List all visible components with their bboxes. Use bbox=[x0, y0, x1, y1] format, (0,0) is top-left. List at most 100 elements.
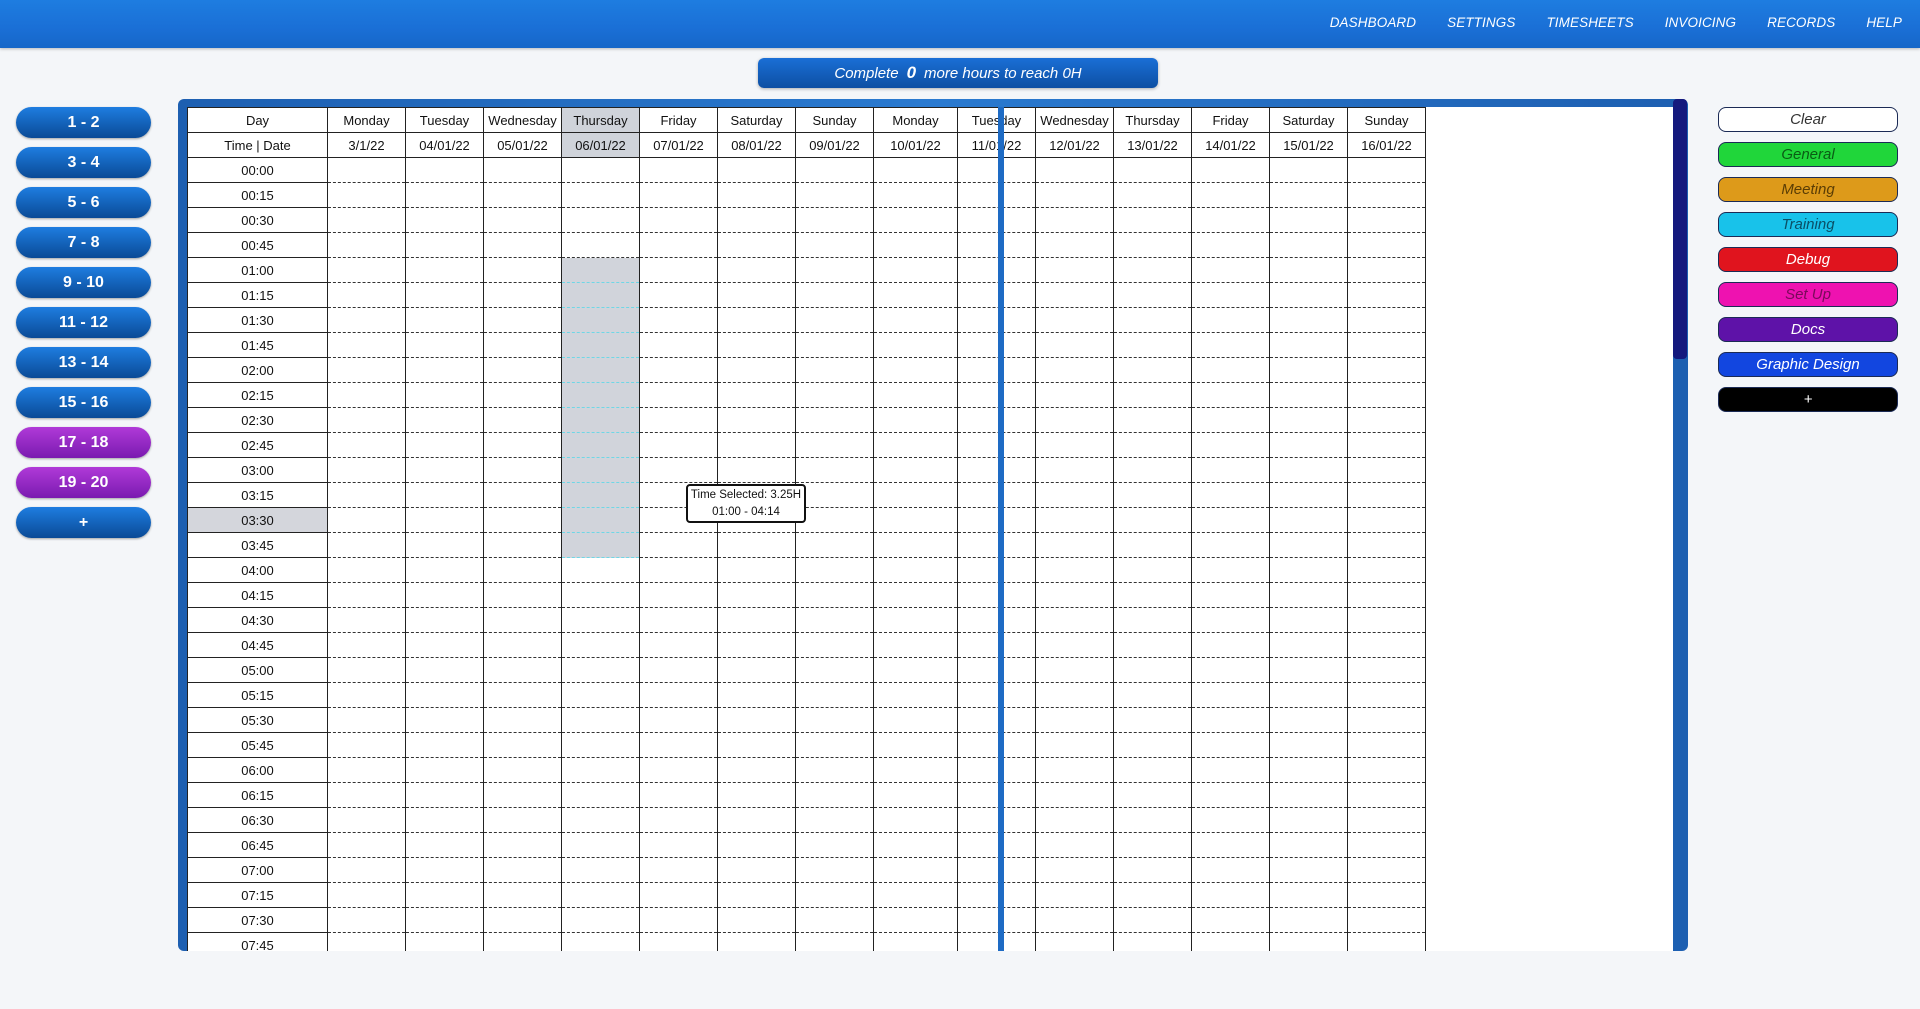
time-slot-cell[interactable] bbox=[1113, 557, 1192, 583]
time-slot-cell[interactable] bbox=[405, 782, 484, 808]
time-slot-cell[interactable] bbox=[795, 807, 874, 833]
nav-dashboard[interactable]: DASHBOARD bbox=[1330, 15, 1416, 30]
time-slot-cell[interactable] bbox=[1191, 432, 1270, 458]
time-slot-cell[interactable] bbox=[1269, 907, 1348, 933]
time-slot-cell[interactable] bbox=[483, 757, 562, 783]
time-slot-cell[interactable] bbox=[1347, 932, 1426, 951]
week-range-button[interactable]: 1 - 2 bbox=[16, 107, 151, 138]
time-slot-cell[interactable] bbox=[1191, 882, 1270, 908]
time-slot-cell[interactable] bbox=[561, 482, 640, 508]
week-range-button[interactable]: 3 - 4 bbox=[16, 147, 151, 178]
time-slot-cell[interactable] bbox=[717, 657, 796, 683]
time-slot-cell[interactable] bbox=[1035, 582, 1114, 608]
time-slot-cell[interactable] bbox=[483, 407, 562, 433]
time-slot-cell[interactable] bbox=[957, 482, 1036, 508]
time-slot-cell[interactable] bbox=[327, 582, 406, 608]
time-slot-cell[interactable] bbox=[1347, 607, 1426, 633]
time-slot-cell[interactable] bbox=[873, 632, 958, 658]
nav-settings[interactable]: SETTINGS bbox=[1447, 15, 1515, 30]
time-slot-cell[interactable] bbox=[405, 507, 484, 533]
time-slot-cell[interactable] bbox=[1269, 332, 1348, 358]
time-slot-cell[interactable] bbox=[327, 157, 406, 183]
time-slot-cell[interactable] bbox=[717, 182, 796, 208]
time-slot-cell[interactable] bbox=[1191, 907, 1270, 933]
time-slot-cell[interactable] bbox=[327, 307, 406, 333]
time-slot-cell[interactable] bbox=[957, 357, 1036, 383]
time-slot-cell[interactable] bbox=[1269, 607, 1348, 633]
time-slot-cell[interactable] bbox=[327, 282, 406, 308]
time-slot-cell[interactable] bbox=[795, 782, 874, 808]
time-slot-cell[interactable] bbox=[1269, 457, 1348, 483]
time-slot-cell[interactable] bbox=[957, 657, 1036, 683]
time-slot-cell[interactable] bbox=[1191, 657, 1270, 683]
time-slot-cell[interactable] bbox=[639, 907, 718, 933]
time-slot-cell[interactable] bbox=[1347, 882, 1426, 908]
time-slot-cell[interactable] bbox=[873, 182, 958, 208]
week-range-button[interactable]: 5 - 6 bbox=[16, 187, 151, 218]
time-slot-cell[interactable] bbox=[405, 357, 484, 383]
time-slot-cell[interactable] bbox=[561, 782, 640, 808]
time-slot-cell[interactable] bbox=[483, 807, 562, 833]
category-set-up-button[interactable]: Set Up bbox=[1718, 282, 1898, 307]
time-slot-cell[interactable] bbox=[1269, 282, 1348, 308]
time-slot-cell[interactable] bbox=[483, 907, 562, 933]
time-slot-cell[interactable] bbox=[405, 607, 484, 633]
time-slot-cell[interactable] bbox=[957, 707, 1036, 733]
time-slot-cell[interactable] bbox=[405, 457, 484, 483]
time-slot-cell[interactable] bbox=[639, 732, 718, 758]
time-slot-cell[interactable] bbox=[1191, 557, 1270, 583]
time-slot-cell[interactable] bbox=[639, 657, 718, 683]
time-slot-cell[interactable] bbox=[561, 357, 640, 383]
time-slot-cell[interactable] bbox=[1191, 357, 1270, 383]
time-slot-cell[interactable] bbox=[327, 557, 406, 583]
time-slot-cell[interactable] bbox=[957, 532, 1036, 558]
time-slot-cell[interactable] bbox=[717, 932, 796, 951]
time-slot-cell[interactable] bbox=[1191, 732, 1270, 758]
add-week-range-button[interactable]: + bbox=[16, 507, 151, 538]
time-slot-cell[interactable] bbox=[1035, 307, 1114, 333]
time-slot-cell[interactable] bbox=[483, 632, 562, 658]
time-slot-cell[interactable] bbox=[1269, 557, 1348, 583]
time-slot-cell[interactable] bbox=[561, 532, 640, 558]
time-slot-cell[interactable] bbox=[561, 732, 640, 758]
time-slot-cell[interactable] bbox=[483, 207, 562, 233]
time-slot-cell[interactable] bbox=[1269, 207, 1348, 233]
time-slot-cell[interactable] bbox=[717, 432, 796, 458]
time-slot-cell[interactable] bbox=[957, 857, 1036, 883]
time-slot-cell[interactable] bbox=[873, 907, 958, 933]
time-slot-cell[interactable] bbox=[1269, 357, 1348, 383]
time-slot-cell[interactable] bbox=[957, 882, 1036, 908]
time-slot-cell[interactable] bbox=[1113, 257, 1192, 283]
time-slot-cell[interactable] bbox=[1191, 382, 1270, 408]
time-slot-cell[interactable] bbox=[1113, 757, 1192, 783]
time-slot-cell[interactable] bbox=[717, 357, 796, 383]
time-slot-cell[interactable] bbox=[1113, 282, 1192, 308]
time-slot-cell[interactable] bbox=[483, 557, 562, 583]
time-slot-cell[interactable] bbox=[1035, 757, 1114, 783]
time-slot-cell[interactable] bbox=[327, 682, 406, 708]
time-slot-cell[interactable] bbox=[561, 232, 640, 258]
time-slot-cell[interactable] bbox=[873, 357, 958, 383]
week-range-button[interactable]: 11 - 12 bbox=[16, 307, 151, 338]
time-slot-cell[interactable] bbox=[1269, 732, 1348, 758]
time-slot-cell[interactable] bbox=[483, 257, 562, 283]
time-slot-cell[interactable] bbox=[1035, 432, 1114, 458]
time-slot-cell[interactable] bbox=[327, 832, 406, 858]
time-slot-cell[interactable] bbox=[717, 607, 796, 633]
time-slot-cell[interactable] bbox=[1269, 232, 1348, 258]
time-slot-cell[interactable] bbox=[1113, 632, 1192, 658]
time-slot-cell[interactable] bbox=[795, 582, 874, 608]
time-slot-cell[interactable] bbox=[639, 557, 718, 583]
time-slot-cell[interactable] bbox=[1113, 882, 1192, 908]
time-slot-cell[interactable] bbox=[795, 432, 874, 458]
time-slot-cell[interactable] bbox=[717, 157, 796, 183]
time-slot-cell[interactable] bbox=[1035, 282, 1114, 308]
time-slot-cell[interactable] bbox=[561, 432, 640, 458]
time-slot-cell[interactable] bbox=[873, 782, 958, 808]
time-slot-cell[interactable] bbox=[1035, 257, 1114, 283]
time-slot-cell[interactable] bbox=[327, 507, 406, 533]
time-slot-cell[interactable] bbox=[1035, 407, 1114, 433]
time-slot-cell[interactable] bbox=[1347, 232, 1426, 258]
time-slot-cell[interactable] bbox=[1269, 657, 1348, 683]
time-slot-cell[interactable] bbox=[639, 432, 718, 458]
